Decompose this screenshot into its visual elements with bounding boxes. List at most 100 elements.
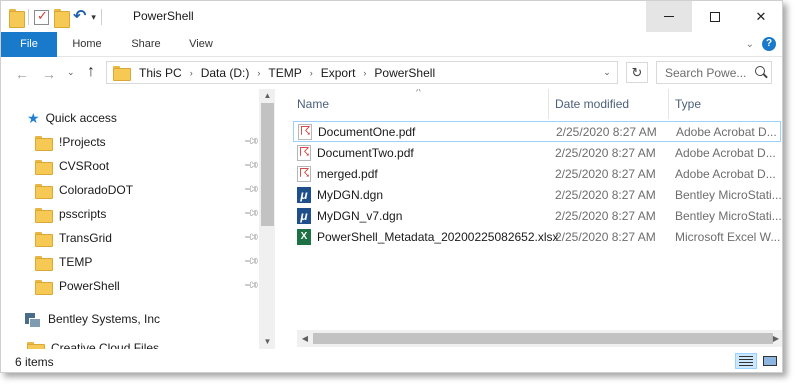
sidebar-item-transgrid[interactable]: TransGrid (35, 227, 275, 249)
file-name: merged.pdf (317, 167, 378, 181)
maximize-icon (710, 11, 720, 22)
forward-arrow-icon[interactable]: → (42, 66, 56, 82)
scroll-up-icon[interactable]: ▲ (259, 89, 275, 103)
sidebar-item-psscripts[interactable]: psscripts (35, 203, 275, 225)
file-date: 2/25/2020 8:27 AM (555, 146, 656, 160)
breadcrumb-label: This PC (139, 65, 182, 80)
breadcrumb-export[interactable]: Export › (321, 66, 375, 80)
column-divider[interactable] (548, 89, 549, 119)
breadcrumb-powershell[interactable]: PowerShell (374, 66, 435, 80)
tab-file[interactable]: File (1, 32, 57, 57)
up-arrow-icon[interactable]: ↑ (87, 63, 95, 81)
help-icon[interactable]: ? (762, 37, 776, 51)
scroll-down-icon[interactable]: ▼ (259, 335, 275, 349)
search-box[interactable] (656, 61, 772, 84)
file-row[interactable]: μ MyDGN_v7.dgn 2/25/2020 8:27 AM Bentley… (293, 206, 781, 227)
sidebar-item-powershell[interactable]: PowerShell (35, 275, 275, 297)
file-row[interactable]: merged.pdf 2/25/2020 8:27 AM Adobe Acrob… (293, 164, 781, 185)
maximize-button[interactable] (692, 1, 738, 32)
bentley-icon (25, 312, 41, 328)
sidebar-item-quick-access[interactable]: ★ Quick access (27, 107, 275, 129)
file-type: Bentley MicroStati... (675, 188, 781, 202)
file-date: 2/25/2020 8:27 AM (555, 230, 656, 244)
recent-locations-icon[interactable]: ⌄ (67, 67, 75, 78)
refresh-icon: ↻ (631, 64, 643, 80)
microstation-icon: μ (297, 208, 311, 224)
breadcrumb-label: PowerShell (374, 65, 436, 80)
scrollbar-thumb[interactable] (313, 333, 773, 344)
chevron-right-icon[interactable]: › (363, 68, 366, 78)
file-type: Adobe Acrobat D... (675, 167, 776, 181)
file-list: ^ Name Date modified Type DocumentOne.pd… (279, 89, 782, 349)
properties-icon[interactable] (34, 8, 49, 25)
scrollbar-thumb[interactable] (261, 103, 274, 226)
qat-dropdown-icon[interactable]: ▾ (91, 12, 96, 23)
tab-view[interactable]: View (175, 32, 227, 57)
expand-ribbon-icon[interactable]: ⌄ (746, 39, 754, 50)
file-date: 2/25/2020 8:27 AM (555, 167, 656, 181)
sidebar-item-coloradodot[interactable]: ColoradoDOT (35, 179, 275, 201)
breadcrumb-temp[interactable]: TEMP › (268, 66, 320, 80)
tab-home[interactable]: Home (57, 32, 117, 57)
sidebar-item-temp[interactable]: TEMP (35, 251, 275, 273)
ribbon-controls: ⌄ ? (746, 37, 776, 51)
file-type: Microsoft Excel W... (675, 230, 781, 244)
toolbar-divider (100, 9, 102, 25)
column-header-name[interactable]: Name (297, 89, 329, 119)
minimize-icon (664, 16, 674, 17)
file-type: Bentley MicroStati... (675, 209, 781, 223)
folder-icon (35, 159, 53, 175)
horizontal-scrollbar[interactable]: ◀ ▶ (297, 330, 782, 347)
address-dropdown-icon[interactable]: ⌄ (599, 64, 615, 81)
chevron-right-icon[interactable]: › (310, 68, 313, 78)
address-bar[interactable]: This PC › Data (D:) › TEMP › Export › PowerS… (106, 61, 618, 84)
file-name: DocumentOne.pdf (318, 125, 416, 139)
file-row[interactable]: DocumentTwo.pdf 2/25/2020 8:27 AM Adobe … (293, 143, 781, 164)
file-row[interactable]: X PowerShell_Metadata_20200225082652.xls… (293, 227, 781, 248)
column-header-date[interactable]: Date modified (555, 89, 629, 119)
scroll-right-icon[interactable]: ▶ (768, 330, 782, 347)
sidebar-item-label: Quick access (45, 111, 117, 125)
chevron-right-icon[interactable]: › (190, 68, 193, 78)
toolbar-divider (28, 9, 29, 25)
file-name: PowerShell_Metadata_20200225082652.xlsx (317, 230, 559, 244)
minimize-button[interactable] (646, 1, 692, 32)
sidebar-item-creative-cloud[interactable]: Creative Cloud Files (27, 337, 275, 349)
close-button[interactable]: ✕ (738, 1, 782, 32)
new-folder-icon[interactable] (54, 8, 70, 28)
large-icons-view-button[interactable] (759, 353, 781, 369)
ribbon-tabs: File Home Share View ⌄ ? (1, 32, 782, 57)
tab-share[interactable]: Share (117, 32, 175, 57)
column-header-type[interactable]: Type (675, 89, 701, 119)
refresh-button[interactable]: ↻ (626, 62, 648, 83)
sidebar-item-label: !Projects (59, 135, 106, 149)
column-divider[interactable] (668, 89, 669, 119)
sidebar-item-bentley[interactable]: Bentley Systems, Inc (25, 308, 275, 330)
explorer-window: ↶ ▾ PowerShell ✕ File Home Share View ⌄ … (0, 0, 783, 373)
file-row[interactable]: μ MyDGN.dgn 2/25/2020 8:27 AM Bentley Mi… (293, 185, 781, 206)
sidebar-item-label: ColoradoDOT (59, 183, 134, 197)
breadcrumb-this-pc[interactable]: This PC › (139, 66, 201, 80)
details-view-button[interactable] (735, 353, 757, 369)
file-name: DocumentTwo.pdf (317, 146, 414, 160)
file-date: 2/25/2020 8:27 AM (555, 209, 656, 223)
breadcrumb-data-drive[interactable]: Data (D:) › (201, 66, 269, 80)
file-name: MyDGN.dgn (317, 188, 384, 202)
search-icon[interactable] (755, 66, 765, 76)
sidebar-item-label: PowerShell (59, 279, 120, 293)
search-input[interactable] (665, 65, 753, 80)
file-row[interactable]: DocumentOne.pdf 2/25/2020 8:27 AM Adobe … (293, 121, 781, 142)
back-arrow-icon[interactable]: ← (15, 66, 29, 82)
microstation-icon: μ (297, 187, 311, 203)
undo-icon[interactable]: ↶ (73, 9, 86, 25)
sidebar-item-projects[interactable]: !Projects (35, 131, 275, 153)
file-type: Adobe Acrobat D... (676, 125, 777, 139)
folder-icon (35, 255, 53, 271)
pdf-icon (298, 124, 312, 140)
file-date: 2/25/2020 8:27 AM (555, 188, 656, 202)
breadcrumb-label: TEMP (268, 65, 302, 80)
sidebar-item-cvsroot[interactable]: CVSRoot (35, 155, 275, 177)
chevron-right-icon[interactable]: › (257, 68, 260, 78)
sidebar-scrollbar[interactable]: ▲ ▼ (259, 89, 275, 349)
scroll-left-icon[interactable]: ◀ (297, 330, 313, 347)
